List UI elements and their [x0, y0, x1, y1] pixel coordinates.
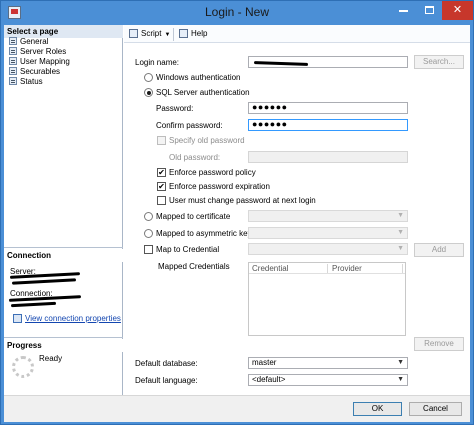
dialog-footer: OK Cancel	[4, 395, 470, 422]
chevron-down-icon: ▼	[397, 359, 404, 366]
enforce-policy-label: Enforce password policy	[169, 168, 256, 177]
certificate-select[interactable]: ▼	[248, 210, 408, 222]
mapped-cert-radio[interactable]	[144, 212, 153, 221]
specify-old-password-label: Specify old password	[169, 136, 245, 145]
sql-auth-label: SQL Server authentication	[156, 88, 250, 97]
default-language-value: <default>	[252, 375, 286, 384]
password-input[interactable]: ●●●●●●	[248, 102, 408, 114]
page-icon	[9, 57, 17, 65]
confirm-password-input[interactable]: ●●●●●●	[248, 119, 408, 131]
page-label: General	[20, 37, 49, 46]
page-item-general[interactable]: General	[9, 37, 48, 47]
mapped-credentials-label: Mapped Credentials	[158, 262, 230, 271]
grid-col-separator	[327, 264, 328, 273]
login-new-window: Login - New ✕ Select a page General Serv…	[0, 0, 474, 425]
confirm-password-label: Confirm password:	[156, 121, 223, 130]
redacted-server	[11, 278, 77, 285]
help-label: Help	[191, 29, 208, 38]
mapped-credentials-grid[interactable]: Credential Provider	[248, 262, 406, 336]
title-bar[interactable]: Login - New ✕	[1, 1, 473, 25]
grid-header: Credential Provider	[249, 263, 405, 274]
minimize-button[interactable]	[390, 1, 416, 20]
redacted-connection	[10, 301, 57, 308]
login-name-label: Login name:	[135, 58, 180, 67]
mapped-asym-radio[interactable]	[144, 229, 153, 238]
remove-button[interactable]: Remove	[414, 337, 464, 351]
page-label: Status	[20, 77, 43, 86]
chevron-down-icon: ▼	[397, 245, 404, 252]
help-icon	[179, 29, 188, 39]
old-password-input[interactable]	[248, 151, 408, 163]
specify-old-password-checkbox[interactable]	[157, 136, 166, 145]
toolbar: Script ▼ Help	[124, 25, 470, 43]
old-password-label: Old password:	[169, 153, 221, 162]
page-item-server-roles[interactable]: Server Roles	[9, 47, 66, 57]
close-icon: ✕	[452, 4, 463, 16]
grid-col-credential[interactable]: Credential	[252, 263, 288, 274]
link-label: View connection properties	[25, 314, 121, 323]
ok-button[interactable]: OK	[353, 402, 402, 416]
maximize-icon	[424, 6, 434, 15]
divider	[4, 337, 123, 338]
map-credential-checkbox[interactable]	[144, 245, 153, 254]
default-database-label: Default database:	[135, 359, 198, 368]
must-change-checkbox[interactable]	[157, 196, 166, 205]
chevron-down-icon: ▼	[397, 229, 404, 236]
chevron-down-icon: ▼	[397, 376, 404, 383]
sql-auth-radio[interactable]	[144, 88, 153, 97]
enforce-policy-checkbox[interactable]: ✔	[157, 168, 166, 177]
page-icon	[9, 67, 17, 75]
divider	[4, 247, 123, 248]
map-credential-label: Map to Credential	[156, 245, 220, 254]
credential-select[interactable]: ▼	[248, 243, 408, 255]
page-icon	[9, 77, 17, 85]
page-item-user-mapping[interactable]: User Mapping	[9, 57, 70, 67]
progress-header: Progress	[4, 339, 123, 352]
script-button[interactable]: Script ▼	[129, 28, 170, 40]
properties-icon	[13, 314, 22, 324]
default-database-select[interactable]: master ▼	[248, 357, 408, 369]
progress-status: Ready	[39, 354, 63, 363]
password-label: Password:	[156, 104, 194, 113]
left-pane: Select a page General Server Roles User …	[4, 25, 123, 422]
default-language-label: Default language:	[135, 376, 198, 385]
asymmetric-key-select[interactable]: ▼	[248, 227, 408, 239]
mapped-cert-label: Mapped to certificate	[156, 212, 231, 221]
connection-header: Connection	[4, 249, 123, 262]
page-icon	[9, 47, 17, 55]
grid-col-separator	[402, 264, 403, 273]
page-item-status[interactable]: Status	[9, 77, 43, 87]
windows-auth-label: Windows authentication	[156, 73, 241, 82]
toolbar-separator	[173, 28, 174, 41]
chevron-down-icon: ▼	[164, 32, 171, 38]
dialog-client: Select a page General Server Roles User …	[4, 25, 470, 422]
maximize-button[interactable]	[416, 1, 442, 20]
progress-spinner-icon	[12, 356, 34, 378]
chevron-down-icon: ▼	[397, 212, 404, 219]
must-change-label: User must change password at next login	[169, 196, 316, 205]
cancel-button[interactable]: Cancel	[409, 402, 462, 416]
windows-auth-radio[interactable]	[144, 73, 153, 82]
script-icon	[129, 29, 138, 39]
help-button[interactable]: Help	[179, 28, 207, 40]
page-item-securables[interactable]: Securables	[9, 67, 60, 77]
grid-col-provider[interactable]: Provider	[332, 263, 362, 274]
view-connection-properties-link[interactable]: View connection properties	[13, 314, 121, 324]
default-language-select[interactable]: <default> ▼	[248, 374, 408, 386]
mapped-asym-label: Mapped to asymmetric key	[156, 229, 252, 238]
close-button[interactable]: ✕	[442, 1, 473, 20]
enforce-expiration-checkbox[interactable]: ✔	[157, 182, 166, 191]
page-label: Server Roles	[20, 47, 67, 56]
page-label: User Mapping	[20, 57, 70, 66]
default-database-value: master	[252, 358, 277, 367]
page-label: Securables	[20, 67, 61, 76]
enforce-expiration-label: Enforce password expiration	[169, 182, 270, 191]
add-button[interactable]: Add	[414, 243, 464, 257]
minimize-icon	[398, 10, 408, 13]
page-icon	[9, 37, 17, 45]
script-label: Script	[141, 29, 162, 38]
search-button[interactable]: Search...	[414, 55, 464, 69]
